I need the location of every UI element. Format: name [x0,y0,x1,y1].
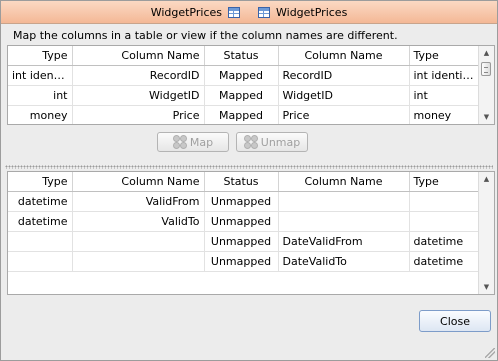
vertical-scrollbar[interactable]: ▲ ▼ [478,46,494,124]
grid-header-row: Type Column Name Status Column Name Type [8,46,479,66]
source-type-cell: datetime [8,191,73,212]
table-row[interactable]: Unmapped DateValidFrom datetime [8,231,479,252]
mapped-columns-grid[interactable]: Type Column Name Status Column Name Type… [7,45,495,125]
col-header-status[interactable]: Status [204,172,279,192]
col-header-target-column[interactable]: Column Name [278,46,410,66]
source-column-cell: ValidTo [72,211,205,232]
target-column-cell: DateValidFrom [278,231,410,252]
status-cell: Mapped [204,85,279,106]
unmap-icon [243,135,258,149]
table-icon [228,6,240,18]
status-cell: Unmapped [204,251,279,272]
scroll-up-icon[interactable]: ▲ [479,172,494,186]
status-cell: Mapped [204,105,279,124]
target-column-cell: RecordID [278,65,410,86]
col-header-target-type[interactable]: Type [409,46,479,66]
table-row[interactable]: int WidgetID Mapped WidgetID int [8,85,479,106]
table-row[interactable]: datetime ValidFrom Unmapped [8,191,479,212]
target-type-cell: datetime [409,231,479,252]
target-column-cell: Price [278,105,410,124]
source-table-title: WidgetPrices [150,5,222,19]
status-cell: Unmapped [204,211,279,232]
source-column-cell: Price [72,105,205,124]
target-column-cell: DateValidTo [278,251,410,272]
scroll-down-icon[interactable]: ▼ [479,280,494,294]
source-type-cell [8,231,73,252]
close-button[interactable]: Close [419,310,491,332]
source-type-cell: money [8,105,73,124]
scrollbar-thumb[interactable] [481,62,491,76]
col-header-source-type[interactable]: Type [8,172,73,192]
table-icon [258,6,270,18]
table-row[interactable]: int identit… RecordID Mapped RecordID in… [8,65,479,86]
map-icon [172,135,187,149]
source-column-cell: WidgetID [72,85,205,106]
close-button-label: Close [440,314,470,328]
target-type-cell [409,191,479,212]
col-header-target-column[interactable]: Column Name [278,172,410,192]
source-column-cell [72,251,205,272]
scroll-up-icon[interactable]: ▲ [479,46,494,60]
vertical-scrollbar[interactable]: ▲ ▼ [478,172,494,294]
unmap-button[interactable]: Unmap [236,132,308,152]
target-type-cell: int identit… [409,65,479,86]
col-header-source-type[interactable]: Type [8,46,73,66]
source-column-cell: ValidFrom [72,191,205,212]
target-type-cell: datetime [409,251,479,272]
target-table-title: WidgetPrices [276,5,348,19]
source-column-cell: RecordID [72,65,205,86]
map-button[interactable]: Map [157,132,229,152]
target-column-cell [278,191,410,212]
grid-header-row: Type Column Name Status Column Name Type [8,172,479,192]
unmap-button-label: Unmap [260,135,301,149]
col-header-source-column[interactable]: Column Name [72,46,205,66]
col-header-source-column[interactable]: Column Name [72,172,205,192]
map-button-label: Map [189,135,214,149]
pane-splitter[interactable] [5,165,493,169]
table-row[interactable]: money Price Mapped Price money [8,105,479,124]
instruction-text: Map the columns in a table or view if th… [13,29,398,42]
col-header-status[interactable]: Status [204,46,279,66]
source-type-cell: int [8,85,73,106]
scroll-down-icon[interactable]: ▼ [479,110,494,124]
target-column-cell [278,211,410,232]
target-type-cell: int [409,85,479,106]
source-type-cell [8,251,73,272]
target-type-cell: money [409,105,479,124]
resize-grip-icon[interactable] [485,348,495,358]
status-cell: Unmapped [204,191,279,212]
target-type-cell [409,211,479,232]
unmapped-columns-grid[interactable]: Type Column Name Status Column Name Type… [7,171,495,295]
source-type-cell: datetime [8,211,73,232]
source-type-cell: int identit… [8,65,73,86]
title-bar: WidgetPrices WidgetPrices [1,1,497,24]
mapping-dialog: WidgetPrices WidgetPrices Map the column… [0,0,498,361]
status-cell: Unmapped [204,231,279,252]
source-column-cell [72,231,205,252]
target-column-cell: WidgetID [278,85,410,106]
table-row[interactable]: Unmapped DateValidTo datetime [8,251,479,272]
table-row[interactable]: datetime ValidTo Unmapped [8,211,479,232]
status-cell: Mapped [204,65,279,86]
col-header-target-type[interactable]: Type [409,172,479,192]
